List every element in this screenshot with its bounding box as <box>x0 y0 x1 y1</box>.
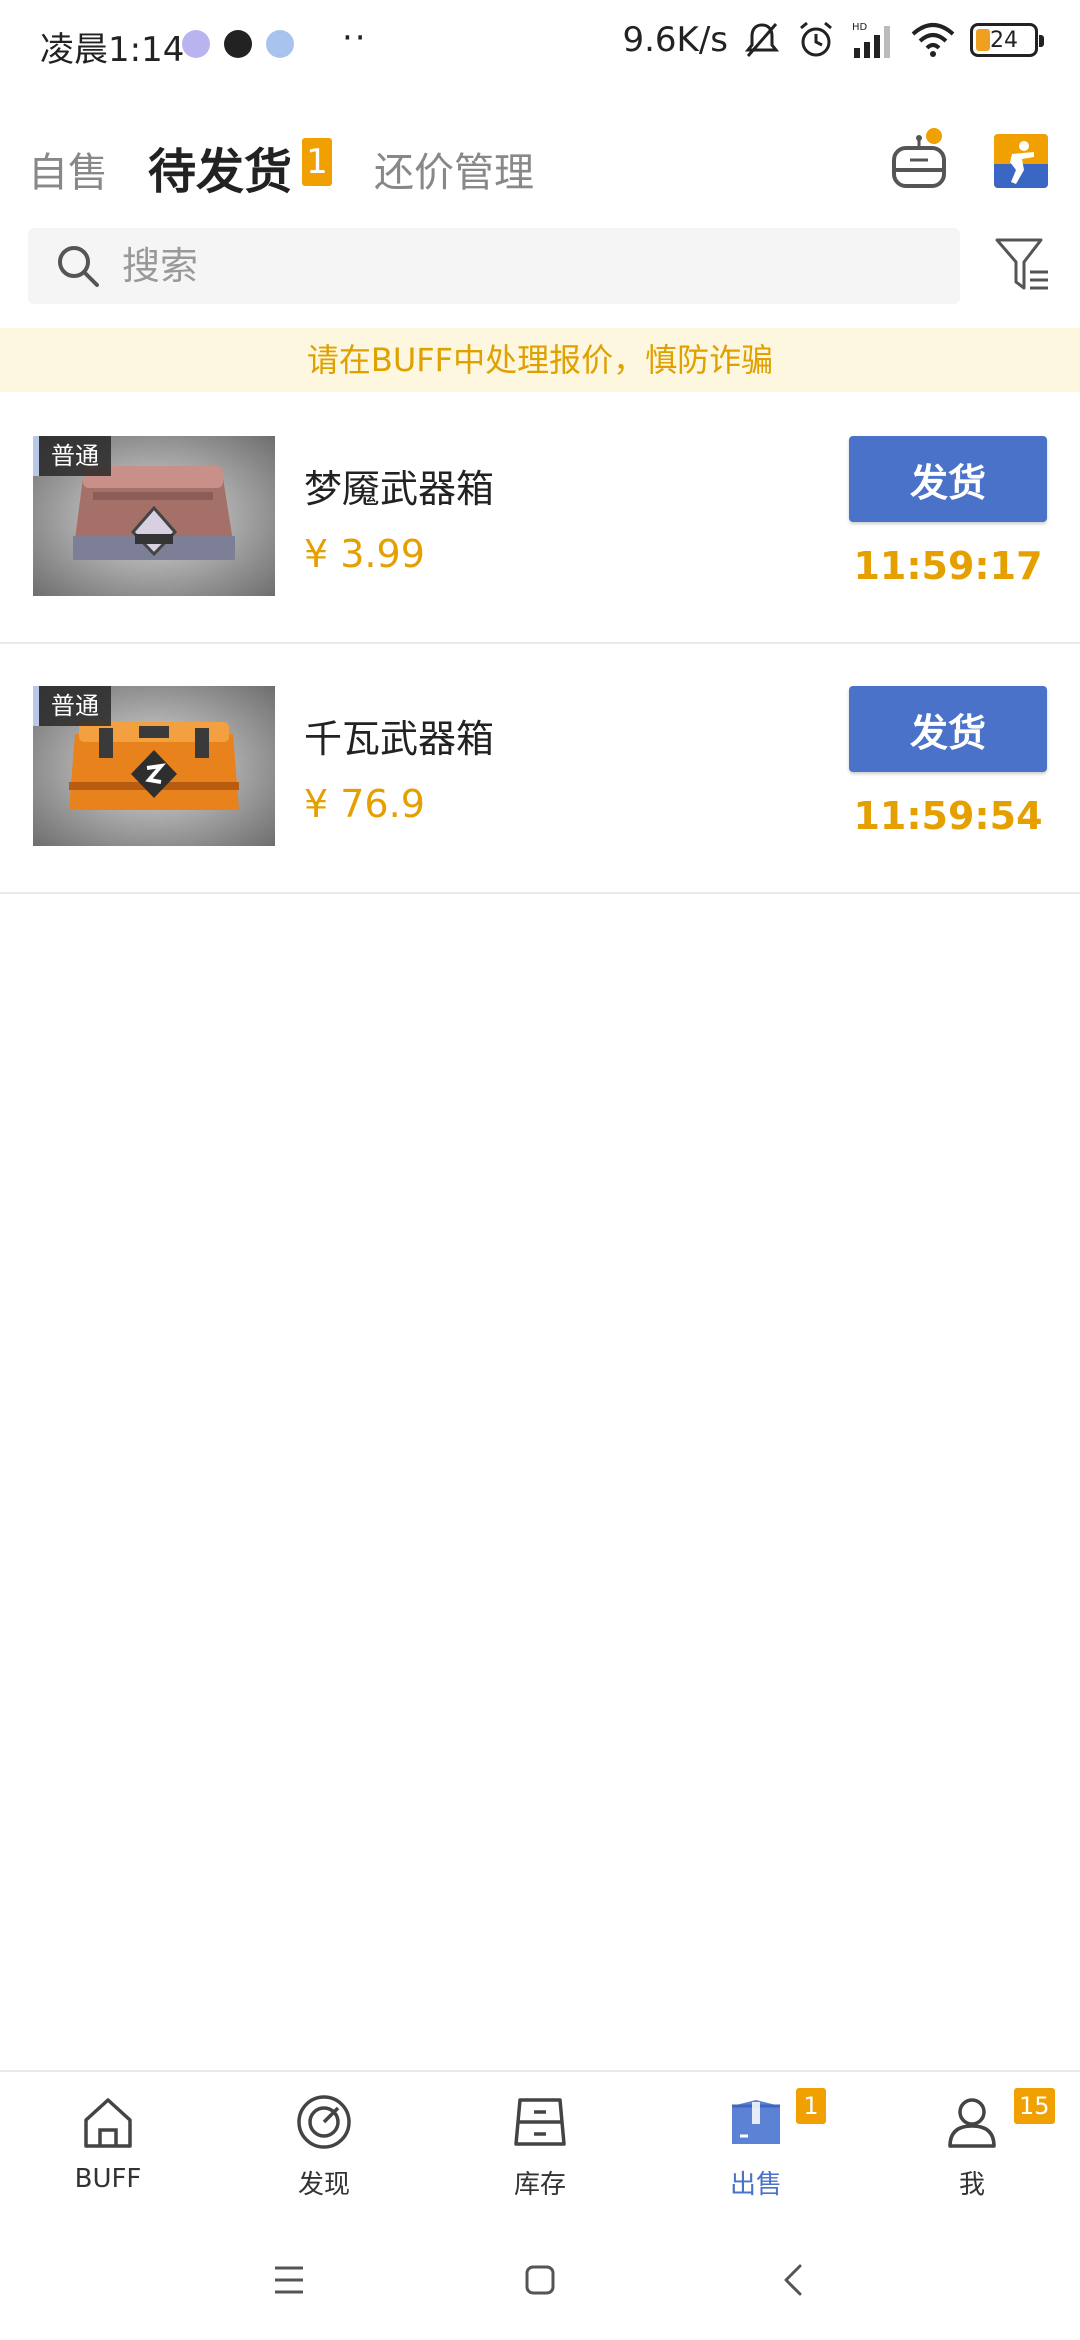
list-item[interactable]: 普通 千瓦武器箱 ¥ 76.9 发货 11:59:54 <box>0 644 1080 894</box>
item-name: 千瓦武器箱 <box>304 717 495 761</box>
inventory-icon <box>514 2098 566 2146</box>
countdown-timer: 11:59:17 <box>853 544 1043 588</box>
nav-me[interactable]: 15 我 <box>864 2072 1080 2222</box>
status-time: 凌晨1:14 <box>40 30 185 70</box>
wifi-icon <box>911 23 955 57</box>
nav-label: 我 <box>958 2170 985 2200</box>
item-thumbnail: 普通 <box>33 686 275 846</box>
item-price: ¥ 3.99 <box>304 532 425 576</box>
more-notifications-icon: ·· <box>342 18 368 58</box>
nav-label: 库存 <box>513 2170 566 2200</box>
nav-buff[interactable]: BUFF <box>0 2072 216 2222</box>
net-speed: 9.6K/s <box>622 20 728 60</box>
system-nav-bar <box>0 2220 1080 2340</box>
status-bar: 凌晨1:14 ·· 9.6K/s HD 24 <box>0 0 1080 92</box>
search-icon <box>58 246 99 287</box>
tab-self-sell[interactable]: 自售 <box>28 140 108 198</box>
status-right: 9.6K/s HD 24 <box>622 20 1044 60</box>
tab-header: 自售 待发货 1 还价管理 <box>0 118 1080 218</box>
bottom-nav: BUFF 发现 库存 1 出售 15 我 <box>0 2070 1080 2220</box>
nav-label: 出售 <box>729 2170 782 2200</box>
notification-count-badge: 15 <box>1014 2088 1055 2124</box>
ship-button[interactable]: 发货 <box>849 686 1047 772</box>
robot-icon[interactable] <box>884 126 954 198</box>
countdown-timer: 11:59:54 <box>853 794 1043 838</box>
home-square-icon[interactable] <box>510 2254 570 2306</box>
nav-discover[interactable]: 发现 <box>216 2072 432 2222</box>
sell-box-icon <box>732 2100 780 2144</box>
item-price: ¥ 76.9 <box>304 782 425 826</box>
app-notification-icon <box>182 30 210 58</box>
nav-inventory[interactable]: 库存 <box>432 2072 648 2222</box>
cs-game-icon[interactable] <box>994 134 1048 188</box>
svg-text:HD: HD <box>852 22 868 33</box>
nav-label: 发现 <box>297 2170 350 2200</box>
sell-count-badge: 1 <box>796 2088 826 2124</box>
nav-label: BUFF <box>74 2164 142 2194</box>
search-box[interactable] <box>28 228 960 304</box>
user-icon <box>948 2098 996 2148</box>
nav-sell[interactable]: 1 出售 <box>648 2072 864 2222</box>
search-input[interactable] <box>122 228 922 304</box>
buff-notification-icon <box>224 30 252 58</box>
search-row <box>0 228 1080 306</box>
back-icon[interactable] <box>764 2254 824 2306</box>
item-name: 梦魇武器箱 <box>304 467 495 511</box>
mute-icon <box>744 23 780 57</box>
tab-pending-delivery[interactable]: 待发货 <box>148 132 292 202</box>
notification-icons <box>182 30 294 58</box>
compass-icon <box>297 2095 351 2149</box>
item-thumbnail: 普通 <box>33 436 275 596</box>
rarity-tag: 普通 <box>33 436 111 476</box>
pending-count-badge: 1 <box>302 138 332 186</box>
shield-notification-icon <box>266 30 294 58</box>
rarity-tag: 普通 <box>33 686 111 726</box>
filter-icon[interactable] <box>994 236 1050 296</box>
menu-icon[interactable] <box>259 2254 319 2306</box>
battery-level: 24 <box>990 27 1018 53</box>
signal-icon: HD <box>852 22 890 58</box>
battery-icon: 24 <box>970 23 1044 57</box>
ship-button[interactable]: 发货 <box>849 436 1047 522</box>
tab-bargain-management[interactable]: 还价管理 <box>374 140 534 198</box>
alarm-icon <box>800 21 832 57</box>
anti-fraud-notice: 请在BUFF中处理报价，慎防诈骗 <box>0 328 1080 392</box>
home-icon <box>84 2098 132 2148</box>
list-item[interactable]: 普通 梦魇武器箱 ¥ 3.99 发货 11:59:17 <box>0 394 1080 644</box>
